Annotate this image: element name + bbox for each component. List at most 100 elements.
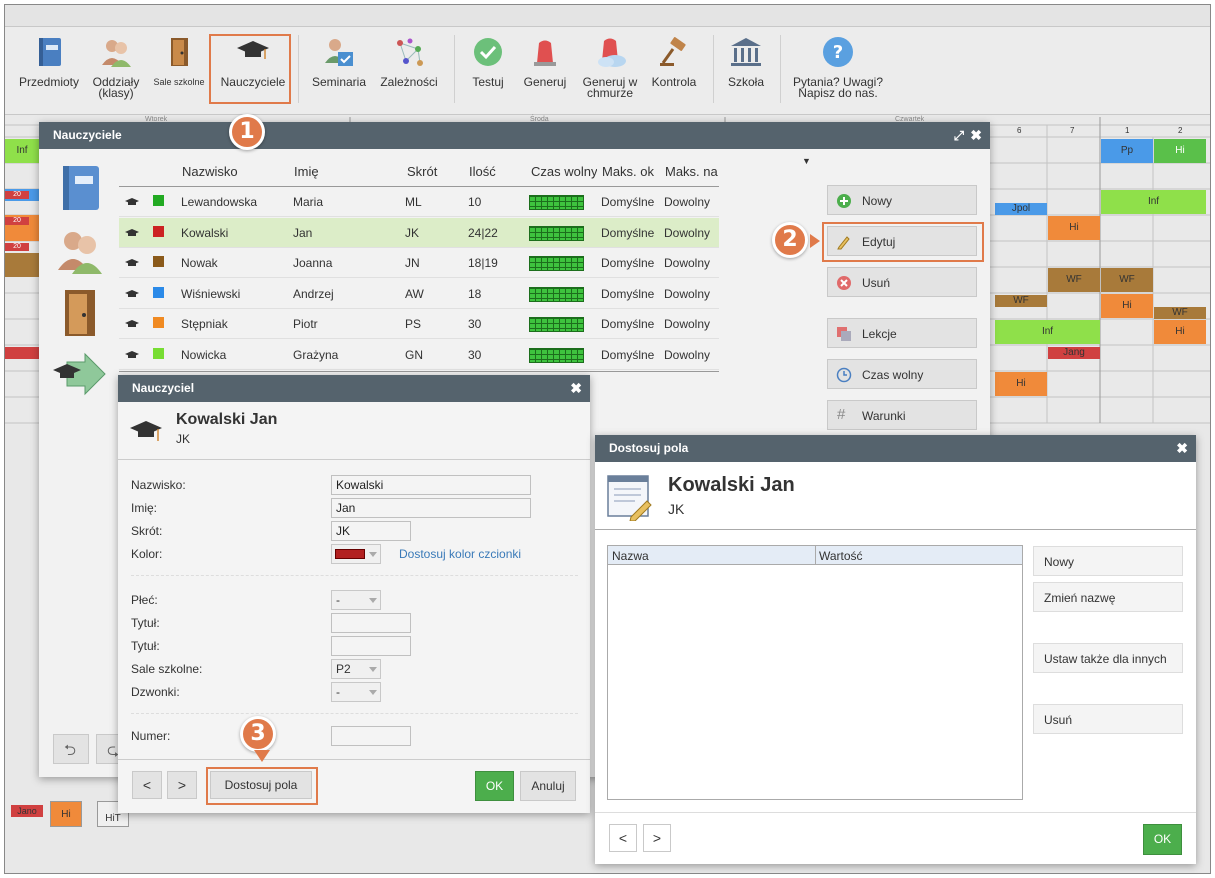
color-swatch <box>153 256 164 267</box>
new-label: Nowy <box>862 194 893 208</box>
rooms-select[interactable]: P2 <box>331 659 381 679</box>
maximize-icon[interactable]: ⤢ <box>954 122 964 149</box>
title-field-2[interactable] <box>331 636 411 656</box>
column-header-firstname[interactable]: Imię <box>294 164 319 179</box>
next-button[interactable]: > <box>643 824 671 852</box>
table-row[interactable]: Nowak Joanna JN 18|19 Domyślne Dowolny <box>119 248 719 278</box>
lesson-cell[interactable]: Jpol <box>995 203 1047 215</box>
lesson-cell[interactable]: Hi <box>1101 294 1153 318</box>
seminars-button[interactable]: Seminaria <box>307 35 371 88</box>
cancel-button[interactable]: Anuluj <box>520 771 576 801</box>
lesson-cell[interactable]: Inf <box>5 139 39 163</box>
close-icon[interactable]: ✖ <box>570 375 582 402</box>
new-teacher-button[interactable]: Nowy <box>827 185 977 215</box>
ok-button[interactable]: OK <box>475 771 514 801</box>
lesson-cell[interactable]: WF <box>995 295 1047 307</box>
table-row[interactable]: Stępniak Piotr PS 30 Domyślne Dowolny <box>119 309 719 339</box>
column-header-short[interactable]: Skrót <box>407 164 437 179</box>
generate-button[interactable]: Generuj <box>519 35 571 88</box>
surname-field[interactable]: Kowalski <box>331 475 531 495</box>
subjects-side-icon[interactable] <box>59 164 103 215</box>
lesson-cell[interactable]: Hi <box>995 372 1047 396</box>
gender-select[interactable]: - <box>331 590 381 610</box>
lesson-cell[interactable]: 20 <box>5 191 29 199</box>
generate-cloud-button[interactable]: Generuj w chmurze <box>579 35 641 99</box>
card-chip[interactable]: Jano <box>11 805 43 817</box>
lesson-cell[interactable]: WF <box>1101 268 1153 292</box>
classes-button[interactable]: Oddziały (klasy) <box>89 35 143 99</box>
undo-button[interactable]: ⮌ <box>53 734 89 764</box>
set-for-others-button[interactable]: Ustaw także dla innych <box>1033 643 1183 673</box>
school-button[interactable]: Szkoła <box>721 35 771 88</box>
new-field-button[interactable]: Nowy <box>1033 546 1183 576</box>
classes-side-icon[interactable] <box>55 226 105 279</box>
separator <box>713 35 714 103</box>
lesson-cell[interactable]: Hi <box>1048 216 1100 240</box>
column-header-count[interactable]: Ilość <box>469 164 496 179</box>
column-header-max-per-day[interactable]: Maks. na <box>665 164 721 179</box>
lesson-cell[interactable]: Pp <box>1101 139 1153 163</box>
short-field[interactable]: JK <box>331 521 411 541</box>
lesson-cell[interactable]: WF <box>1048 268 1100 292</box>
close-icon[interactable]: ✖ <box>1176 435 1188 462</box>
lesson-cell[interactable]: Jang <box>1048 347 1100 359</box>
lessons-button[interactable]: Lekcje <box>827 318 977 348</box>
door-icon <box>162 35 196 69</box>
firstname-field[interactable]: Jan <box>331 498 531 518</box>
lesson-cell[interactable]: Inf <box>1101 190 1206 214</box>
free-time-button[interactable]: Czas wolny <box>827 359 977 389</box>
column-header-surname[interactable]: Nazwisko <box>182 164 238 179</box>
prev-button[interactable]: < <box>609 824 637 852</box>
free-time-grid <box>529 286 584 302</box>
lesson-cell[interactable] <box>5 253 39 277</box>
dependencies-button[interactable]: Zależności <box>377 35 441 88</box>
lesson-cell[interactable]: Hi <box>1154 139 1206 163</box>
period-label: 7 <box>1070 126 1075 135</box>
color-picker[interactable] <box>331 544 381 564</box>
lesson-cell[interactable]: WF <box>1154 307 1206 319</box>
teacher-short: JK <box>176 432 191 446</box>
bells-select[interactable]: - <box>331 682 381 702</box>
surname-cell: Stępniak <box>181 317 228 331</box>
card-chip[interactable]: Hi <box>50 801 82 827</box>
lesson-cell[interactable]: 20 <box>5 217 29 225</box>
short-label: Skrót: <box>131 524 163 538</box>
rooms-side-icon[interactable] <box>61 288 101 341</box>
divider <box>118 759 590 760</box>
rooms-value: P2 <box>336 662 351 676</box>
table-row[interactable]: Wiśniewski Andrzej AW 18 Domyślne Dowolny <box>119 279 719 309</box>
font-color-link[interactable]: Dostosuj kolor czcionki <box>399 547 521 561</box>
count-cell: 30 <box>468 317 482 331</box>
table-row[interactable]: Nowicka Grażyna GN 30 Domyślne Dowolny <box>119 340 719 370</box>
lesson-cell[interactable]: Inf <box>995 320 1100 344</box>
col-name-header[interactable]: Nazwa <box>612 549 649 563</box>
next-button[interactable]: > <box>167 771 197 799</box>
dropdown-arrow-icon[interactable]: ▼ <box>802 156 811 166</box>
col-value-header[interactable]: Wartość <box>819 549 863 563</box>
table-row[interactable]: Kowalski Jan JK 24|22 Domyślne Dowolny <box>119 217 719 248</box>
rooms-button[interactable]: Sale szkolne <box>149 35 209 88</box>
lesson-cell[interactable]: 20 <box>5 243 29 251</box>
help-button[interactable]: ? Pytania? Uwagi? Napisz do nas. <box>789 35 887 99</box>
delete-field-button[interactable]: Usuń <box>1033 704 1183 734</box>
column-header-max-gaps[interactable]: Maks. ok <box>602 164 660 179</box>
rename-field-button[interactable]: Zmień nazwę <box>1033 582 1183 612</box>
prev-button[interactable]: < <box>132 771 162 799</box>
highlight-custom-fields <box>206 767 318 805</box>
control-button[interactable]: Kontrola <box>647 35 701 88</box>
number-field[interactable] <box>331 726 411 746</box>
teachers-side-icon[interactable] <box>53 352 107 399</box>
table-row[interactable]: Lewandowska Maria ML 10 Domyślne Dowolny <box>119 187 719 217</box>
lesson-cell[interactable] <box>5 347 39 359</box>
lesson-cell[interactable]: Hi <box>1154 320 1206 344</box>
ok-button[interactable]: OK <box>1143 824 1182 855</box>
col-divider <box>815 546 816 565</box>
column-header-free-time[interactable]: Czas wolny <box>531 164 597 179</box>
subjects-button[interactable]: Przedmioty <box>17 35 81 88</box>
test-button[interactable]: Testuj <box>465 35 511 88</box>
title-field-1[interactable] <box>331 613 411 633</box>
close-icon[interactable]: ✖ <box>970 122 982 149</box>
delete-teacher-button[interactable]: Usuń <box>827 267 977 297</box>
conditions-button[interactable]: # Warunki <box>827 400 977 430</box>
separator <box>454 35 455 103</box>
